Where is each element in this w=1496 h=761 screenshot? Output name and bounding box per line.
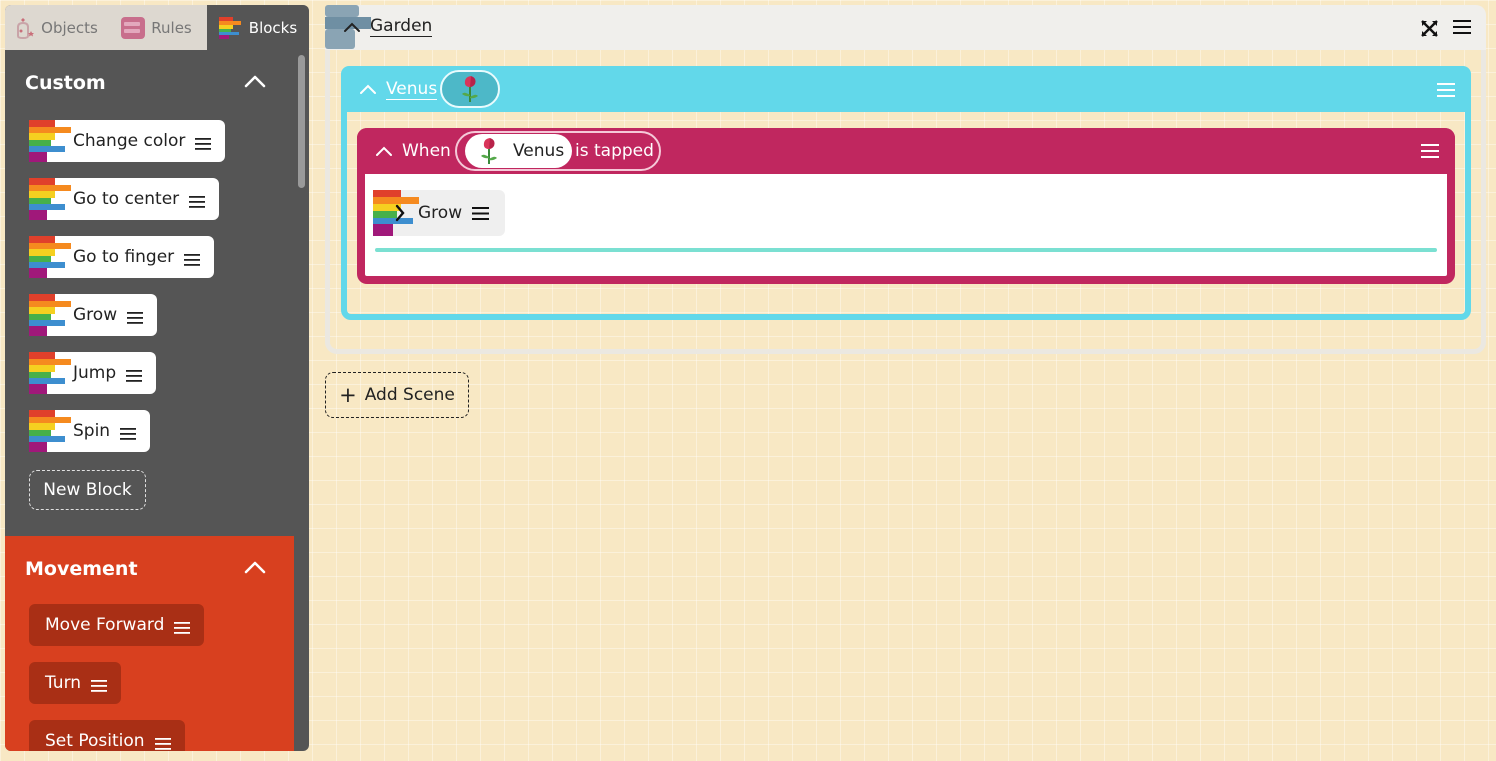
trigger-object-name: Venus — [513, 141, 565, 161]
block-label: Set Position — [45, 731, 145, 751]
block-label: Move Forward — [45, 615, 165, 635]
tab-rules-label: Rules — [151, 18, 192, 37]
movement-block-move-forward[interactable]: Move Forward — [29, 604, 205, 646]
rules-icon — [121, 16, 146, 39]
block-rainbow-icon — [373, 190, 419, 236]
blocks-icon — [218, 16, 241, 39]
block-rainbow-icon — [29, 178, 71, 220]
hamburger-icon[interactable] — [184, 251, 201, 266]
objects-icon — [17, 17, 35, 39]
hamburger-icon[interactable] — [126, 367, 143, 382]
expand-icon[interactable] — [1421, 20, 1438, 37]
scene-header — [325, 5, 1486, 50]
block-rainbow-icon — [29, 352, 71, 394]
object-menu-icon[interactable] — [1437, 82, 1455, 97]
new-block-button[interactable]: New Block — [29, 470, 146, 510]
tab-objects[interactable]: Objects — [5, 5, 106, 50]
custom-block-grow[interactable]: Grow — [29, 294, 158, 336]
chevron-up-icon[interactable] — [360, 83, 376, 95]
hamburger-icon[interactable] — [127, 309, 144, 324]
block-label: Go to center — [73, 189, 180, 209]
palette-scroll-area[interactable]: Custom Change color Go to center Go to fin… — [5, 50, 294, 751]
block-rainbow-icon — [29, 120, 71, 162]
block-label: Change color — [73, 131, 186, 151]
custom-section: Custom Change color Go to center Go to fin… — [5, 50, 294, 536]
custom-block-go-to-center[interactable]: Go to center — [29, 178, 220, 220]
block-label: Go to finger — [73, 247, 175, 267]
block-label: Grow — [73, 305, 118, 325]
plus-icon: + — [339, 382, 357, 407]
block-label: Spin — [73, 421, 111, 441]
palette-scrollbar[interactable] — [298, 55, 305, 188]
object-name[interactable]: Venus — [386, 79, 438, 100]
object-avatar[interactable] — [440, 70, 500, 108]
chevron-up-icon[interactable] — [376, 145, 392, 157]
scene-menu-icon[interactable] — [1453, 19, 1471, 35]
block-label: Turn — [45, 673, 82, 693]
tab-rules[interactable]: Rules — [106, 5, 207, 50]
rule-block-label: Grow — [418, 203, 463, 223]
hamburger-icon[interactable] — [472, 207, 489, 220]
rule-menu-icon[interactable] — [1421, 143, 1439, 159]
venus-flytrap-icon — [481, 138, 497, 164]
chevron-up-icon[interactable] — [244, 74, 266, 88]
block-rainbow-icon — [29, 236, 71, 278]
trigger-event-label: is tapped — [575, 141, 654, 161]
palette-tabs: Objects Rules Blocks — [5, 5, 309, 50]
hamburger-icon[interactable] — [189, 193, 206, 208]
hamburger-icon[interactable] — [120, 425, 137, 440]
block-rainbow-icon — [29, 294, 71, 336]
custom-block-go-to-finger[interactable]: Go to finger — [29, 236, 215, 278]
block-label: Jump — [73, 363, 117, 383]
custom-block-change-color[interactable]: Change color — [29, 120, 226, 162]
movement-block-set-position[interactable]: Set Position — [29, 720, 185, 751]
venus-flytrap-icon — [462, 76, 478, 102]
tab-blocks[interactable]: Blocks — [207, 5, 309, 50]
add-scene-button[interactable]: + Add Scene — [325, 372, 469, 418]
hamburger-icon[interactable] — [174, 619, 191, 634]
rule-when-label: When — [402, 141, 451, 161]
hamburger-icon[interactable] — [154, 735, 171, 750]
scene-title[interactable]: Garden — [370, 16, 433, 37]
hamburger-icon[interactable] — [91, 677, 108, 692]
block-rainbow-icon — [29, 410, 71, 452]
add-scene-label: Add Scene — [364, 385, 455, 405]
block-palette: Objects Rules Blocks Custom Change color… — [5, 5, 309, 751]
tab-blocks-label: Blocks — [248, 18, 298, 37]
custom-block-spin[interactable]: Spin — [29, 410, 151, 452]
custom-block-jump[interactable]: Jump — [29, 352, 157, 394]
drop-indicator — [375, 248, 1437, 252]
movement-block-turn[interactable]: Turn — [29, 662, 122, 704]
hamburger-icon[interactable] — [195, 135, 212, 150]
movement-section-title: Movement — [25, 558, 138, 580]
chevron-up-icon[interactable] — [244, 560, 266, 574]
movement-section: Movement Move Forward Turn Set Position — [5, 536, 294, 751]
object-header — [341, 66, 1471, 112]
tab-objects-label: Objects — [41, 18, 98, 37]
scene-icon[interactable] — [325, 5, 371, 49]
custom-section-title: Custom — [25, 72, 106, 94]
